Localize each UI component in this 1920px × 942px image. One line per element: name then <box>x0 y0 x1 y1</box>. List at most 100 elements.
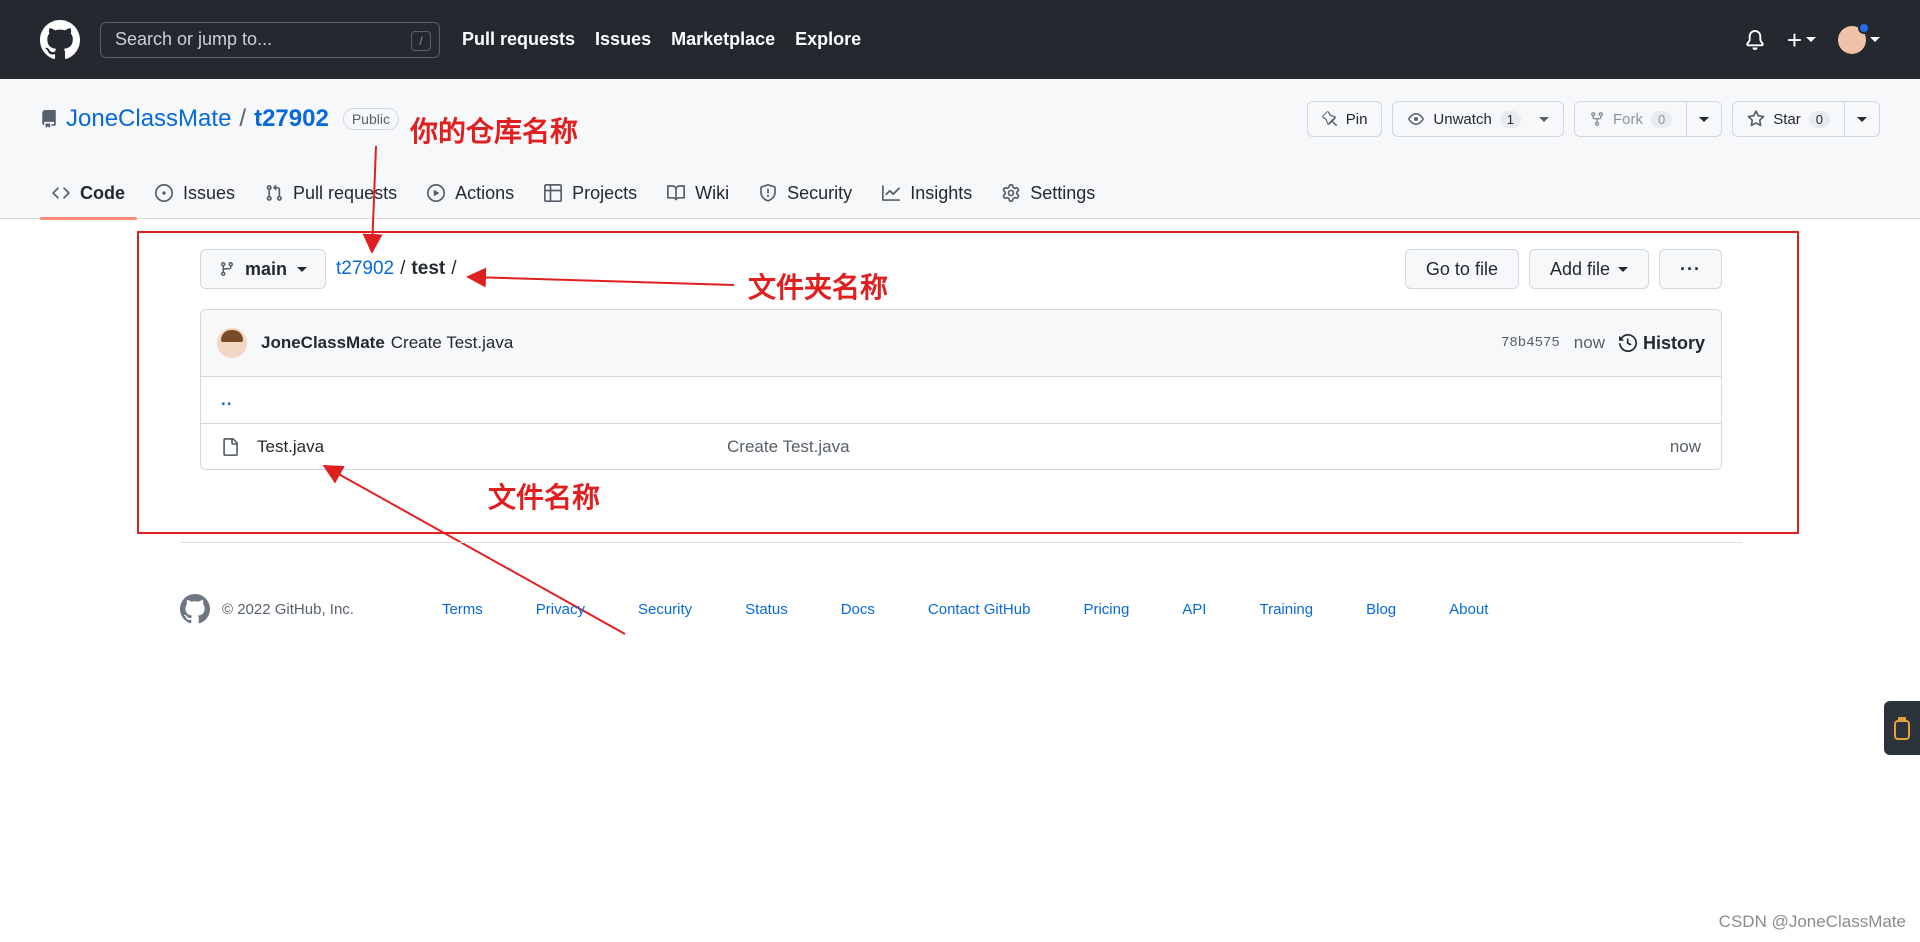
annotation-box <box>137 231 1799 534</box>
footer-link-training[interactable]: Training <box>1259 601 1313 618</box>
issue-circle-icon <box>155 184 173 202</box>
chevron-down-icon <box>1870 37 1880 42</box>
star-count: 0 <box>1808 110 1830 128</box>
chevron-down-icon <box>1539 116 1550 122</box>
tab-settings-label: Settings <box>1030 182 1096 203</box>
annotation-repo-name: 你的仓库名称 <box>410 115 579 148</box>
cup-icon <box>1894 717 1910 740</box>
fork-button[interactable]: Fork 0 <box>1575 102 1686 136</box>
user-menu[interactable] <box>1838 21 1880 54</box>
tab-projects-label: Projects <box>572 182 638 203</box>
header-right: + <box>1745 21 1880 54</box>
github-logo-icon[interactable] <box>40 19 80 60</box>
gear-icon <box>1002 184 1020 202</box>
pin-button[interactable]: Pin <box>1306 101 1383 137</box>
nav-explore[interactable]: Explore <box>795 29 861 50</box>
pull-request-icon <box>266 184 282 201</box>
footer-link-terms[interactable]: Terms <box>442 601 483 618</box>
bell-icon[interactable] <box>1745 29 1765 51</box>
status-dot <box>1858 21 1870 34</box>
repo-tabs: Code Issues Pull requests Actions Projec… <box>40 167 1113 220</box>
repo-title: JoneClassMate / t27902 Public <box>40 105 399 133</box>
tab-code-label: Code <box>80 182 125 203</box>
star-dropdown-button[interactable] <box>1844 102 1879 136</box>
side-extension-widget[interactable] <box>1884 701 1920 755</box>
repo-owner-link[interactable]: JoneClassMate <box>66 105 231 133</box>
fork-label: Fork <box>1613 110 1644 128</box>
code-icon <box>52 187 70 199</box>
footer-divider <box>180 542 1742 543</box>
chevron-down-icon <box>1857 116 1867 122</box>
annotation-file-name: 文件名称 <box>488 481 601 514</box>
footer-link-contact[interactable]: Contact GitHub <box>928 601 1031 618</box>
tab-pull-requests[interactable]: Pull requests <box>253 167 409 219</box>
visibility-badge: Public <box>342 108 399 130</box>
footer-copyright: © 2022 GitHub, Inc. <box>222 600 354 618</box>
play-circle-icon <box>427 184 446 202</box>
unwatch-label: Unwatch <box>1433 110 1492 128</box>
fork-dropdown-button[interactable] <box>1686 102 1721 136</box>
footer-link-api[interactable]: API <box>1182 601 1206 618</box>
table-icon <box>544 184 563 202</box>
watch-button-group: Unwatch 1 <box>1392 101 1565 137</box>
footer-link-privacy[interactable]: Privacy <box>536 601 585 618</box>
pin-icon <box>1321 111 1337 127</box>
search-input[interactable]: Search or jump to... / <box>100 21 440 58</box>
unwatch-button[interactable]: Unwatch 1 <box>1393 102 1563 136</box>
footer-link-about[interactable]: About <box>1449 601 1488 618</box>
annotation-folder-name: 文件夹名称 <box>748 271 889 304</box>
tab-security[interactable]: Security <box>747 167 864 219</box>
star-icon <box>1747 110 1765 127</box>
global-nav: Pull requests Issues Marketplace Explore <box>462 29 861 50</box>
star-button[interactable]: Star 0 <box>1733 102 1844 136</box>
book-icon <box>667 185 686 201</box>
repo-actions: Pin Unwatch 1 Fork 0 Star 0 <box>1306 101 1880 137</box>
github-logo-icon[interactable] <box>180 594 210 624</box>
repo-header: JoneClassMate / t27902 Public Pin Unwatc… <box>0 79 1920 220</box>
global-header: Search or jump to... / Pull requests Iss… <box>0 0 1920 79</box>
footer-link-security[interactable]: Security <box>638 601 692 618</box>
nav-issues[interactable]: Issues <box>595 29 651 50</box>
repo-icon <box>42 110 56 128</box>
chevron-down-icon <box>1699 116 1710 122</box>
footer-links: Terms Privacy Security Status Docs Conta… <box>442 601 1541 618</box>
tab-insights[interactable]: Insights <box>870 167 984 219</box>
watch-count: 1 <box>1499 110 1522 128</box>
fork-count: 0 <box>1651 110 1673 128</box>
tab-issues-label: Issues <box>183 182 236 203</box>
watermark: CSDN @JoneClassMate <box>1718 912 1906 931</box>
fork-button-group: Fork 0 <box>1574 101 1723 137</box>
avatar <box>1838 21 1870 54</box>
graph-icon <box>882 185 901 201</box>
shield-icon <box>760 184 777 202</box>
tab-settings[interactable]: Settings <box>990 167 1107 219</box>
tab-pull-requests-label: Pull requests <box>293 182 398 203</box>
tab-insights-label: Insights <box>910 182 973 203</box>
tab-code[interactable]: Code <box>40 167 137 220</box>
footer-link-pricing[interactable]: Pricing <box>1083 601 1129 618</box>
tab-wiki-label: Wiki <box>695 182 730 203</box>
repo-name-link[interactable]: t27902 <box>254 105 329 133</box>
footer-link-status[interactable]: Status <box>745 601 788 618</box>
pin-label: Pin <box>1345 110 1368 128</box>
star-label: Star <box>1773 110 1801 128</box>
tab-wiki[interactable]: Wiki <box>655 167 741 219</box>
nav-marketplace[interactable]: Marketplace <box>671 29 775 50</box>
chevron-down-icon <box>1806 37 1816 42</box>
repo-title-separator: / <box>239 105 247 132</box>
plus-icon: + <box>1786 24 1802 55</box>
create-new-menu[interactable]: + <box>1787 27 1816 53</box>
footer: © 2022 GitHub, Inc. Terms Privacy Securi… <box>180 594 1541 624</box>
tab-actions-label: Actions <box>455 182 515 203</box>
fork-icon <box>1591 112 1604 127</box>
nav-pull-requests[interactable]: Pull requests <box>462 29 575 50</box>
footer-link-docs[interactable]: Docs <box>841 601 875 618</box>
tab-issues[interactable]: Issues <box>143 167 247 219</box>
search-shortcut-key: / <box>411 30 431 51</box>
tab-actions[interactable]: Actions <box>415 167 526 219</box>
star-button-group: Star 0 <box>1732 101 1880 137</box>
tab-security-label: Security <box>787 182 853 203</box>
tab-projects[interactable]: Projects <box>532 167 649 219</box>
footer-link-blog[interactable]: Blog <box>1366 601 1396 618</box>
search-placeholder: Search or jump to... <box>115 29 273 49</box>
